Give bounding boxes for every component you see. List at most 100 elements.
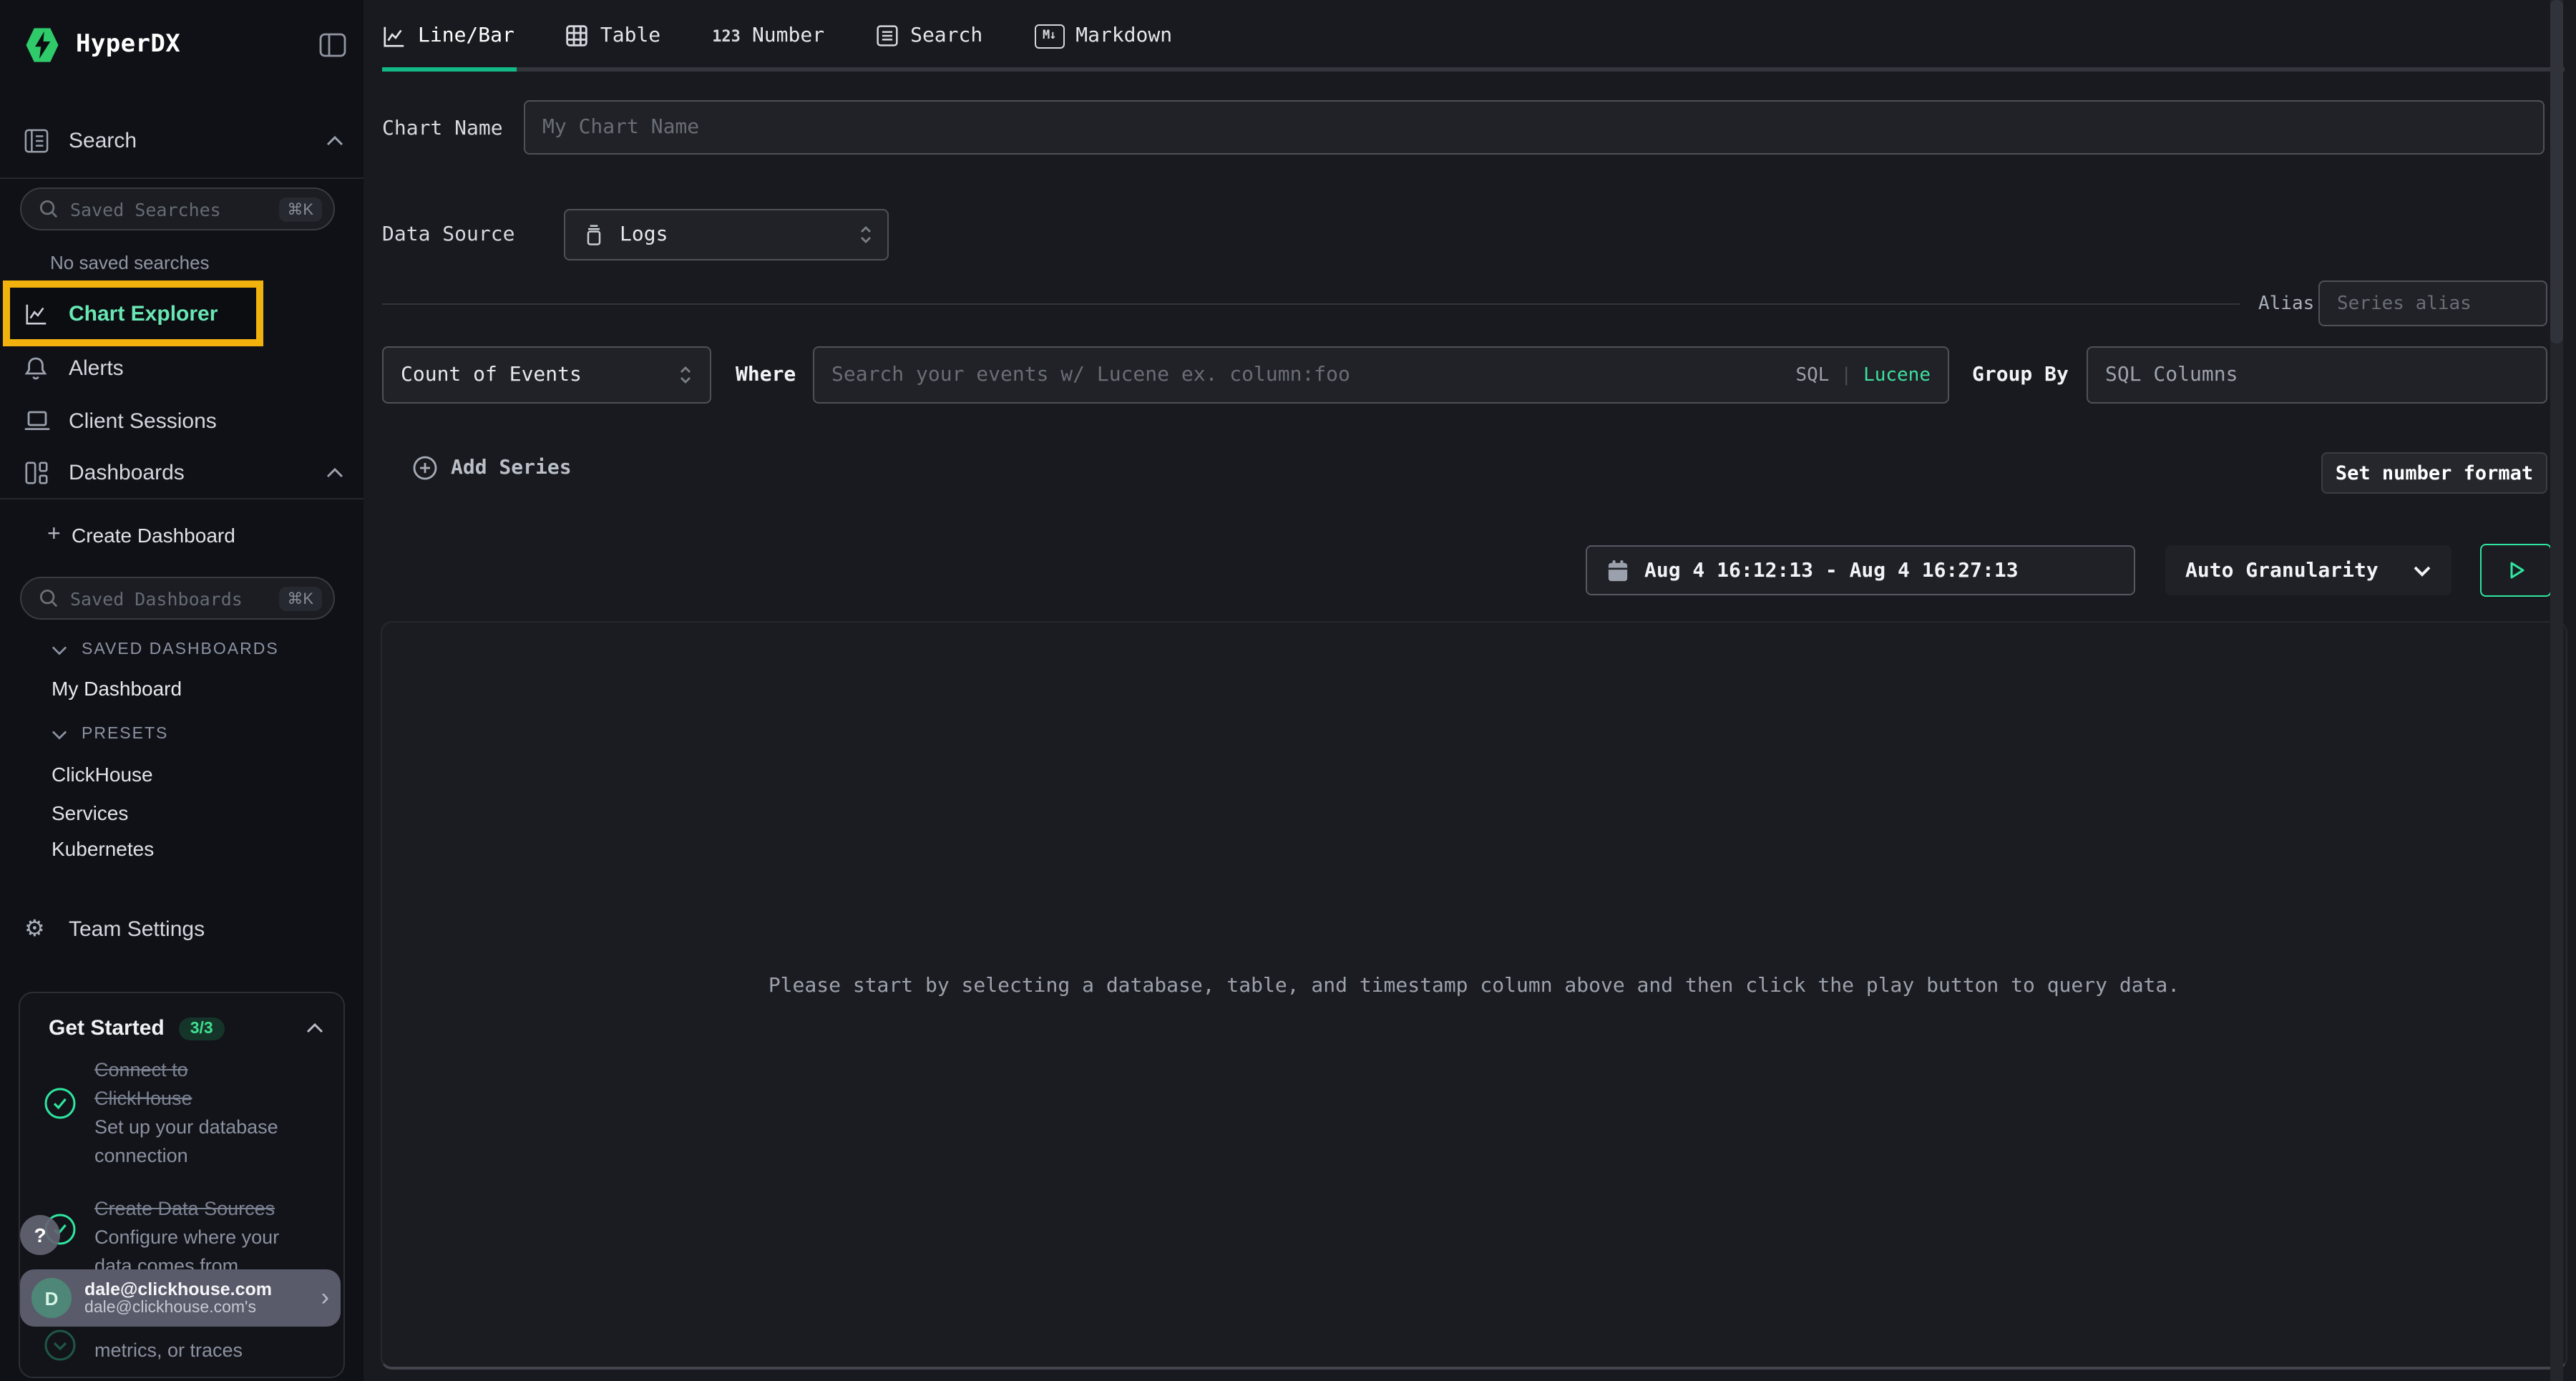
group-by-field xyxy=(2087,346,2547,404)
toggle-divider: | xyxy=(1840,364,1852,386)
database-icon xyxy=(582,223,605,247)
create-dashboard-label: Create Dashboard xyxy=(72,524,235,547)
data-source-label: Data Source xyxy=(382,223,514,246)
get-started-item[interactable]: metrics, or traces xyxy=(94,1337,321,1365)
tab-label: Number xyxy=(752,24,824,47)
no-saved-searches-text: No saved searches xyxy=(50,252,210,273)
bell-icon xyxy=(24,356,47,380)
help-button[interactable]: ? xyxy=(20,1215,60,1255)
data-source-select[interactable]: Logs xyxy=(564,209,889,260)
markdown-icon: M↓ xyxy=(1034,24,1064,48)
list-icon xyxy=(876,24,899,47)
task-description: Set up your database connection xyxy=(94,1113,321,1171)
chevron-down-icon xyxy=(52,729,67,739)
get-started-item[interactable]: Connect to ClickHouse Set up your databa… xyxy=(94,1056,321,1171)
tab-table[interactable]: Table xyxy=(566,24,660,47)
shortcut-badge: ⌘K xyxy=(278,586,322,610)
saved-dashboards-placeholder: Saved Dashboards xyxy=(70,587,278,609)
check-circle-icon xyxy=(44,1329,76,1361)
divider xyxy=(382,303,2240,305)
user-info: dale@clickhouse.com dale@clickhouse.com'… xyxy=(84,1279,316,1317)
sidebar-item-dashboards[interactable]: Dashboards xyxy=(0,452,364,492)
granularity-value: Auto Granularity xyxy=(2185,559,2379,582)
chevron-right-icon: › xyxy=(321,1284,329,1312)
get-started-progress-badge: 3/3 xyxy=(179,1017,225,1040)
tab-line-bar[interactable]: Line/Bar xyxy=(382,24,514,48)
hyperdx-logo-icon xyxy=(23,25,62,64)
chart-name-field xyxy=(524,100,2545,155)
presets-group-header[interactable]: PRESETS xyxy=(52,726,168,743)
tab-search[interactable]: Search xyxy=(876,24,982,47)
sidebar-item-label: Chart Explorer xyxy=(69,301,218,326)
select-chevrons-icon xyxy=(678,363,693,386)
collapse-sidebar-icon[interactable] xyxy=(319,32,346,57)
tab-label: Line/Bar xyxy=(418,24,514,47)
group-label: PRESETS xyxy=(82,726,168,743)
chart-preview-panel: Please start by selecting a database, ta… xyxy=(381,621,2567,1370)
get-started-title: Get Started xyxy=(49,1016,165,1040)
sidebar-item-team-settings[interactable]: ⚙ Team Settings xyxy=(0,909,364,949)
sidebar-item-search[interactable]: Search xyxy=(0,120,364,160)
user-menu[interactable]: D dale@clickhouse.com dale@clickhouse.co… xyxy=(20,1269,341,1327)
search-icon xyxy=(39,588,59,608)
chevron-up-icon[interactable] xyxy=(326,467,343,477)
chart-name-input[interactable] xyxy=(525,116,2543,139)
chevron-up-icon[interactable] xyxy=(306,1023,323,1033)
where-search-input[interactable] xyxy=(814,363,1795,386)
saved-dashboards-group-header[interactable]: SAVED DASHBOARDS xyxy=(52,641,279,658)
aggregation-select[interactable]: Count of Events xyxy=(382,346,711,404)
group-label: SAVED DASHBOARDS xyxy=(82,641,279,658)
lucene-toggle-option[interactable]: Lucene xyxy=(1863,364,1931,386)
sidebar-item-services[interactable]: Services xyxy=(52,801,128,824)
tabs-divider xyxy=(382,67,2565,72)
where-label: Where xyxy=(736,363,796,386)
sidebar-item-kubernetes[interactable]: Kubernetes xyxy=(52,837,154,860)
logo-row: HyperDX xyxy=(23,23,346,66)
chevron-up-icon[interactable] xyxy=(326,135,343,145)
task-title: Create Data Sources xyxy=(94,1195,321,1224)
sql-toggle-option[interactable]: SQL xyxy=(1795,364,1829,386)
divider xyxy=(0,177,364,179)
sidebar-item-chart-explorer[interactable]: Chart Explorer xyxy=(10,288,256,339)
run-query-button[interactable] xyxy=(2480,544,2552,597)
calendar-icon xyxy=(1607,559,1629,582)
gear-icon: ⚙ xyxy=(24,914,45,943)
user-team: dale@clickhouse.com's xyxy=(84,1299,316,1317)
chart-explorer-highlight: Chart Explorer xyxy=(3,280,263,346)
group-by-input[interactable] xyxy=(2088,363,2546,386)
circle-plus-icon xyxy=(412,455,438,481)
group-by-label: Group By xyxy=(1972,363,2069,386)
sidebar-item-clickhouse[interactable]: ClickHouse xyxy=(52,763,153,786)
active-tab-indicator xyxy=(382,67,517,72)
create-dashboard-button[interactable]: + Create Dashboard xyxy=(0,515,364,555)
sidebar-item-label: Dashboards xyxy=(69,460,185,484)
saved-dashboards-input[interactable]: Saved Dashboards ⌘K xyxy=(20,577,335,620)
scrollbar-thumb[interactable] xyxy=(2550,0,2563,343)
select-chevrons-icon xyxy=(859,223,873,246)
date-range-picker[interactable]: Aug 4 16:12:13 - Aug 4 16:27:13 xyxy=(1586,545,2135,595)
tab-number[interactable]: 123 Number xyxy=(712,24,824,47)
task-title: Connect to ClickHouse xyxy=(94,1056,283,1113)
chart-name-label: Chart Name xyxy=(382,117,503,140)
granularity-select[interactable]: Auto Granularity xyxy=(2165,545,2451,595)
saved-searches-placeholder: Saved Searches xyxy=(70,198,278,220)
sidebar-item-my-dashboard[interactable]: My Dashboard xyxy=(52,677,182,700)
sidebar-item-alerts[interactable]: Alerts xyxy=(0,348,364,388)
search-icon xyxy=(39,199,59,219)
aggregation-value: Count of Events xyxy=(401,363,582,386)
saved-searches-input[interactable]: Saved Searches ⌘K xyxy=(20,187,335,230)
set-number-format-button[interactable]: Set number format xyxy=(2321,452,2547,494)
sidebar-item-client-sessions[interactable]: Client Sessions xyxy=(0,401,364,441)
get-started-header[interactable]: Get Started 3/3 xyxy=(49,1016,323,1040)
app-title: HyperDX xyxy=(76,30,180,59)
add-series-button[interactable]: Add Series xyxy=(412,455,572,481)
tab-markdown[interactable]: M↓ Markdown xyxy=(1034,24,1172,48)
get-started-item[interactable]: Create Data Sources Configure where your… xyxy=(94,1195,321,1281)
chevron-down-icon xyxy=(52,645,67,655)
shortcut-badge: ⌘K xyxy=(278,197,322,221)
app-window: HyperDX Search Sa xyxy=(0,0,2576,1381)
search-panel-icon xyxy=(24,128,49,152)
sidebar-item-label: Team Settings xyxy=(69,917,205,941)
series-alias-input[interactable] xyxy=(2320,293,2546,314)
vertical-scrollbar[interactable] xyxy=(2550,0,2563,1381)
